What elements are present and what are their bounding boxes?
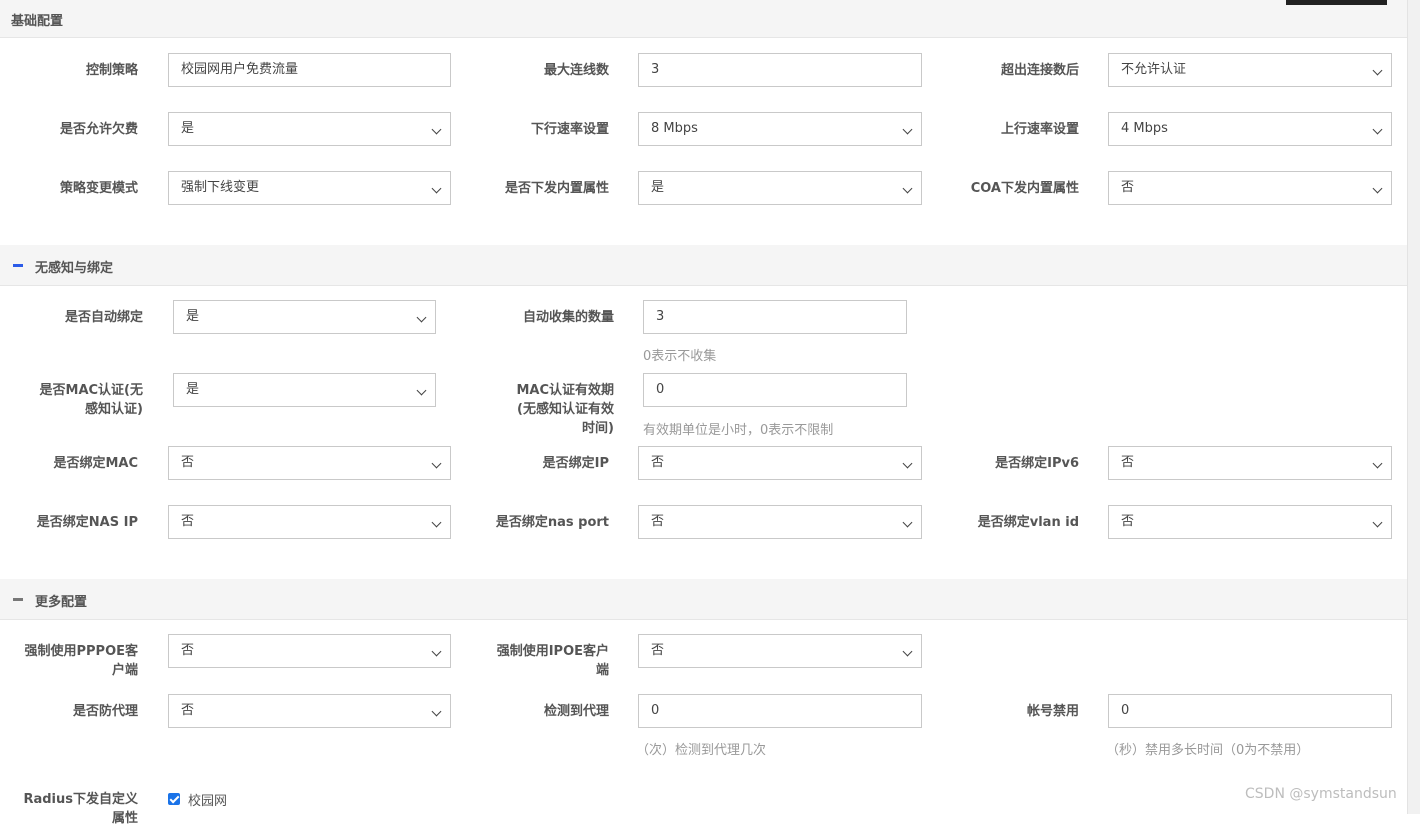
label-mac-validity-line3: 时间) xyxy=(582,421,614,436)
bind-ipv6-select[interactable]: 否 xyxy=(1108,446,1392,480)
force-ipoe-select[interactable]: 否 xyxy=(638,634,922,668)
label-bind-ipv6: 是否绑定IPv6 xyxy=(995,456,1079,471)
anti-proxy-select[interactable]: 否 xyxy=(168,694,451,728)
label-bind-ip: 是否绑定IP xyxy=(542,456,609,471)
label-max-connections: 最大连线数 xyxy=(543,63,609,78)
bind-mac-select[interactable]: 否 xyxy=(168,446,451,480)
bind-nas-port-select[interactable]: 否 xyxy=(638,505,922,539)
proxy-detect-hint: （次）检测到代理几次 xyxy=(636,743,767,758)
label-proxy-detect: 检测到代理 xyxy=(543,704,609,719)
label-send-builtin-attr: 是否下发内置属性 xyxy=(504,181,609,196)
chevron-down-icon xyxy=(902,646,913,657)
policy-change-mode-select[interactable]: 强制下线变更 xyxy=(168,171,451,205)
chevron-down-icon xyxy=(431,706,442,717)
section-header-basic: 基础配置 xyxy=(0,0,1407,38)
control-policy-input[interactable]: 校园网用户免费流量 xyxy=(168,53,451,87)
chevron-down-icon xyxy=(416,385,427,396)
section-title-more: 更多配置 xyxy=(35,595,88,610)
label-allow-arrears: 是否允许欠费 xyxy=(59,122,138,137)
label-bind-nas-ip: 是否绑定NAS IP xyxy=(36,515,138,530)
vertical-scrollbar[interactable] xyxy=(1407,0,1420,814)
label-mac-auth-line1: 是否MAC认证(无 xyxy=(39,383,143,398)
top-right-button-edge[interactable] xyxy=(1286,0,1387,5)
label-coa-builtin-attr: COA下发内置属性 xyxy=(970,181,1079,196)
label-down-rate: 下行速率设置 xyxy=(530,122,609,137)
section-title-basic: 基础配置 xyxy=(11,14,64,29)
down-rate-select[interactable]: 8 Mbps xyxy=(638,112,922,146)
label-radius-custom-line2: 属性 xyxy=(111,811,138,826)
chevron-down-icon xyxy=(431,458,442,469)
label-account-disable: 帐号禁用 xyxy=(1026,704,1079,719)
chevron-down-icon xyxy=(431,183,442,194)
section-title-binding: 无感知与绑定 xyxy=(35,261,114,276)
radius-custom-checkbox-label[interactable]: 校园网 xyxy=(188,790,227,809)
label-control-policy: 控制策略 xyxy=(85,63,138,78)
bind-vlan-id-select[interactable]: 否 xyxy=(1108,505,1392,539)
force-pppoe-select[interactable]: 否 xyxy=(168,634,451,668)
coa-builtin-attr-select[interactable]: 否 xyxy=(1108,171,1392,205)
mac-validity-hint: 有效期单位是小时，0表示不限制 xyxy=(643,423,834,438)
label-bind-vlan-id: 是否绑定vlan id xyxy=(977,515,1079,530)
mac-auth-select[interactable]: 是 xyxy=(173,373,436,407)
label-force-pppoe-line2: 户端 xyxy=(111,663,138,678)
chevron-down-icon xyxy=(1372,183,1383,194)
auto-collect-hint: 0表示不收集 xyxy=(643,349,717,364)
up-rate-select[interactable]: 4 Mbps xyxy=(1108,112,1392,146)
label-up-rate: 上行速率设置 xyxy=(1000,122,1079,137)
label-auto-collect-count: 自动收集的数量 xyxy=(522,310,614,325)
label-auto-bind: 是否自动绑定 xyxy=(64,310,143,325)
chevron-down-icon xyxy=(1372,124,1383,135)
label-bind-mac: 是否绑定MAC xyxy=(53,456,138,471)
max-connections-input[interactable]: 3 xyxy=(638,53,922,87)
label-bind-nas-port: 是否绑定nas port xyxy=(495,515,609,530)
chevron-down-icon xyxy=(1372,458,1383,469)
label-policy-change-mode: 策略变更模式 xyxy=(59,181,138,196)
label-anti-proxy: 是否防代理 xyxy=(72,704,138,719)
auto-bind-select[interactable]: 是 xyxy=(173,300,436,334)
label-mac-auth-line2: 感知认证) xyxy=(85,402,143,417)
proxy-detect-input[interactable]: 0 xyxy=(638,694,922,728)
config-page: 基础配置 控制策略 校园网用户免费流量 最大连线数 3 超出连接数后 不允许认证… xyxy=(0,0,1407,826)
label-mac-validity-line1: MAC认证有效期 xyxy=(516,383,614,398)
send-builtin-attr-select[interactable]: 是 xyxy=(638,171,922,205)
label-radius-custom: Radius下发自定义 属性 xyxy=(0,790,138,828)
allow-arrears-select[interactable]: 是 xyxy=(168,112,451,146)
label-force-pppoe: 强制使用PPPOE客 户端 xyxy=(0,642,138,680)
chevron-down-icon xyxy=(902,183,913,194)
mac-validity-input[interactable]: 0 xyxy=(643,373,907,407)
label-force-ipoe: 强制使用IPOE客户 端 xyxy=(460,642,609,680)
watermark: CSDN @symstandsun xyxy=(1245,786,1397,802)
account-disable-input[interactable]: 0 xyxy=(1108,694,1392,728)
auto-collect-count-input[interactable]: 3 xyxy=(643,300,907,334)
label-radius-custom-line1: Radius下发自定义 xyxy=(23,792,138,807)
label-over-limit: 超出连接数后 xyxy=(1000,63,1079,78)
collapse-icon[interactable] xyxy=(13,598,23,601)
section-header-more[interactable]: 更多配置 xyxy=(0,579,1407,620)
section-header-binding[interactable]: 无感知与绑定 xyxy=(0,245,1407,286)
label-force-ipoe-line2: 端 xyxy=(595,663,609,678)
chevron-down-icon xyxy=(431,517,442,528)
label-force-ipoe-line1: 强制使用IPOE客户 xyxy=(496,644,609,659)
label-mac-auth: 是否MAC认证(无 感知认证) xyxy=(0,381,143,419)
collapse-icon[interactable] xyxy=(13,264,23,267)
over-limit-select[interactable]: 不允许认证 xyxy=(1108,53,1392,87)
label-force-pppoe-line1: 强制使用PPPOE客 xyxy=(24,644,138,659)
chevron-down-icon xyxy=(416,312,427,323)
bind-nas-ip-select[interactable]: 否 xyxy=(168,505,451,539)
chevron-down-icon xyxy=(902,517,913,528)
chevron-down-icon xyxy=(431,646,442,657)
label-mac-validity: MAC认证有效期 (无感知认证有效 时间) xyxy=(460,381,614,438)
chevron-down-icon xyxy=(902,458,913,469)
bind-ip-select[interactable]: 否 xyxy=(638,446,922,480)
chevron-down-icon xyxy=(1372,517,1383,528)
account-disable-hint: （秒）禁用多长时间（0为不禁用） xyxy=(1106,743,1310,758)
radius-custom-checkbox[interactable] xyxy=(168,793,180,805)
chevron-down-icon xyxy=(1372,65,1383,76)
chevron-down-icon xyxy=(431,124,442,135)
label-mac-validity-line2: (无感知认证有效 xyxy=(517,402,614,417)
chevron-down-icon xyxy=(902,124,913,135)
